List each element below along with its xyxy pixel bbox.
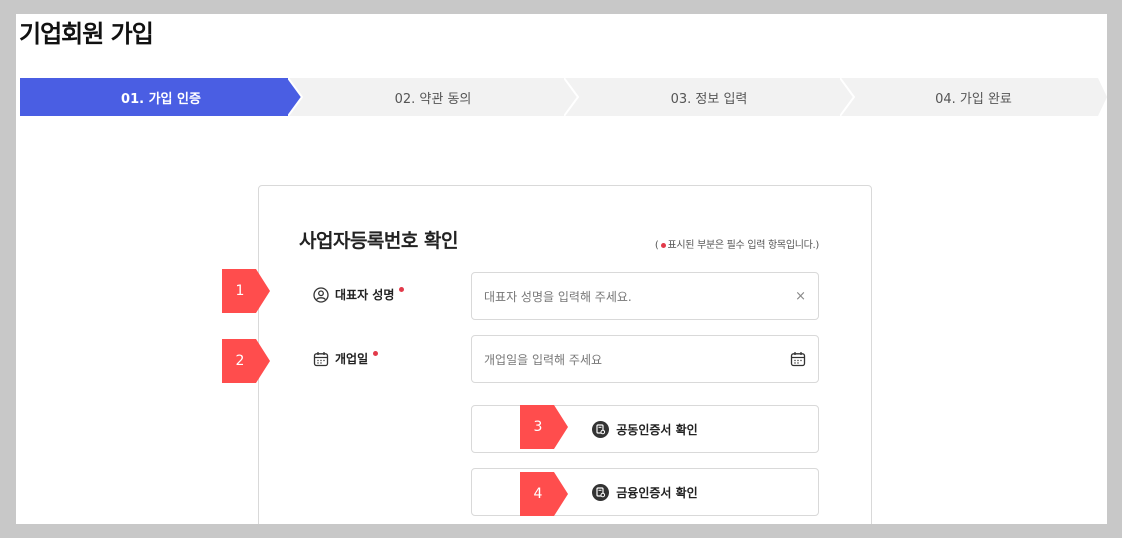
- step-marker-4: 4: [520, 472, 568, 516]
- representative-name-placeholder: 대표자 성명을 입력해 주세요.: [484, 289, 632, 304]
- required-note-text: 표시된 부분은 필수 입력 항목입니다.): [667, 240, 820, 251]
- step-marker-3: 3: [520, 405, 568, 449]
- joint-certificate-label: 공동인증서 확인: [616, 422, 698, 437]
- marker-number: 2: [235, 353, 245, 369]
- user-circle-icon: [313, 286, 329, 303]
- step-terms: 02. 약관 동의: [288, 78, 578, 116]
- representative-name-input[interactable]: 대표자 성명을 입력해 주세요. ×: [471, 272, 819, 320]
- page: 기업회원 가입 01. 가입 인증 02. 약관 동의 03. 정보 입력 04…: [16, 14, 1107, 524]
- open-date-placeholder: 개업일을 입력해 주세요: [484, 352, 603, 367]
- required-note-prefix: (: [654, 240, 659, 251]
- representative-label-text: 대표자 성명: [335, 288, 395, 302]
- marker-number: 1: [235, 283, 245, 299]
- step-label: 03. 정보 입력: [670, 91, 748, 107]
- required-dot-icon: [373, 351, 379, 356]
- step-auth: 01. 가입 인증: [20, 78, 302, 116]
- required-dot-icon: [399, 287, 405, 292]
- step-label: 01. 가입 인증: [121, 91, 201, 107]
- step-label: 04. 가입 완료: [935, 91, 1012, 107]
- clear-icon[interactable]: ×: [795, 289, 806, 304]
- required-note: ( 표시된 부분은 필수 입력 항목입니다.): [655, 236, 819, 251]
- financial-certificate-label: 금융인증서 확인: [616, 485, 698, 500]
- calendar-picker-icon[interactable]: [790, 351, 806, 367]
- marker-number: 3: [533, 419, 543, 435]
- step-label: 02. 약관 동의: [394, 91, 472, 107]
- signup-stepper: 01. 가입 인증 02. 약관 동의 03. 정보 입력 04. 가입 완료: [20, 78, 1107, 116]
- open-date-label: 개업일: [313, 350, 379, 367]
- certificate-icon: [592, 483, 610, 501]
- step-marker-1: 1: [222, 269, 270, 313]
- open-date-label-text: 개업일: [335, 352, 369, 366]
- representative-label: 대표자 성명: [313, 286, 405, 303]
- marker-number: 4: [533, 486, 543, 502]
- step-complete: 04. 가입 완료: [840, 78, 1107, 116]
- open-date-input[interactable]: 개업일을 입력해 주세요: [471, 335, 819, 383]
- step-info: 03. 정보 입력: [564, 78, 854, 116]
- page-title: 기업회원 가입: [19, 20, 154, 48]
- required-dot-icon: [660, 242, 666, 248]
- form-title: 사업자등록번호 확인: [299, 230, 458, 252]
- certificate-icon: [592, 420, 610, 438]
- step-marker-2: 2: [222, 339, 270, 383]
- calendar-icon: [313, 351, 329, 367]
